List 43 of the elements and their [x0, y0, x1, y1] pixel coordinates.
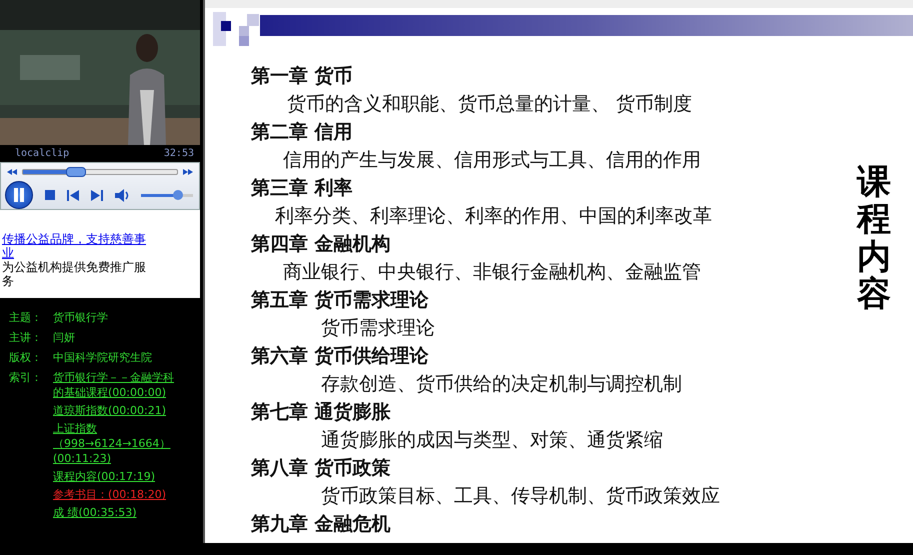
ad-text: 为公益机构提供免费推广服务 — [2, 260, 147, 288]
index-link[interactable]: 课程内容(00:17:19) — [53, 469, 177, 484]
field-label: 主讲： — [9, 330, 43, 346]
fast-forward-icon[interactable] — [183, 169, 193, 175]
field-value: 中国科学院研究生院 — [53, 350, 152, 366]
chapter-topics: 货币的含义和职能、货币总量的计量、 货币制度 — [286, 92, 694, 117]
index-link[interactable]: 参考书目：(00:18:20) — [53, 487, 177, 502]
field-value: 货币银行学 — [53, 310, 108, 326]
chapter-title: 第九章 金融危机 — [251, 512, 392, 537]
index-link[interactable]: 道琼斯指数(00:00:21) — [53, 403, 177, 418]
chapter-title: 第一章 货币 — [251, 64, 354, 89]
chapter-title: 第八章 货币政策 — [251, 456, 392, 481]
ad-link[interactable]: 传播公益品牌，支持慈善事业 — [2, 232, 152, 260]
chapter-topics: 信用的产生与发展、信用形式与工具、信用的作用 — [282, 148, 702, 173]
time-display: 32:53 — [164, 148, 194, 159]
chapter-title: 第四章 金融机构 — [251, 232, 392, 257]
chapter-topics: 利率分类、利率理论、利率的作用、中国的利率改革 — [274, 204, 713, 229]
field-label: 主题： — [9, 310, 43, 326]
chapter-title: 第七章 通货膨胀 — [251, 400, 392, 425]
slide-side-title: 课程内容 — [857, 164, 891, 316]
chapter-topics: 存款创造、货币供给的决定机制与调控机制 — [320, 372, 683, 397]
chapter-topics: 货币需求理论 — [320, 316, 436, 341]
previous-icon[interactable] — [67, 190, 79, 200]
next-icon[interactable] — [91, 190, 103, 200]
chapter-title: 第六章 货币供给理论 — [251, 344, 430, 369]
field-value: 闫妍 — [53, 330, 75, 346]
chapter-topics: 商业银行、中央银行、非银行金融机构、金融监管 — [282, 260, 702, 285]
pause-icon — [13, 188, 25, 202]
index-link[interactable]: 货币银行学－－金融学科的基础课程(00:00:00) — [53, 370, 177, 400]
pause-button[interactable] — [5, 181, 33, 209]
index-link[interactable]: 上证指数（998→6124→1664）(00:11:23) — [53, 421, 177, 466]
chapter-title: 第五章 货币需求理论 — [251, 288, 430, 313]
seek-slider[interactable] — [22, 169, 178, 175]
clip-name: localclip — [15, 148, 70, 159]
field-label: 版权： — [9, 350, 43, 366]
index-link[interactable]: 成 绩(00:35:53) — [53, 505, 177, 520]
chapter-title: 第三章 利率 — [251, 176, 354, 201]
index-label: 索引： — [9, 370, 43, 386]
rewind-icon[interactable] — [7, 169, 17, 175]
chapter-title: 第二章 信用 — [251, 120, 354, 145]
volume-icon[interactable] — [115, 188, 131, 202]
chapter-topics: 通货膨胀的成因与类型、对策、通货紧缩 — [320, 428, 664, 453]
chapter-topics: 货币政策目标、工具、传导机制、货币政策效应 — [320, 484, 721, 509]
